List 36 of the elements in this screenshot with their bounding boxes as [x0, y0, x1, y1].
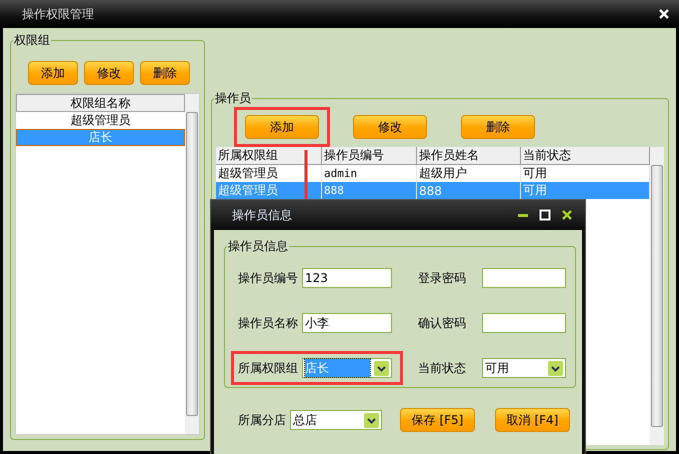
field-label: 所属权限组: [238, 360, 299, 376]
field-label: 登录密码: [418, 270, 467, 286]
input-field[interactable]: [482, 268, 566, 288]
column-header[interactable]: 所属权限组: [216, 147, 322, 164]
input-field[interactable]: 123: [302, 268, 392, 288]
toolbar-button[interactable]: 删除: [461, 115, 535, 139]
input-field[interactable]: 小李: [302, 313, 392, 333]
field-label: 当前状态: [418, 360, 467, 376]
column-header[interactable]: 操作员姓名: [416, 147, 520, 164]
column-header[interactable]: 操作员编号: [322, 147, 416, 164]
dialog-title: 操作员信息: [232, 206, 292, 224]
input-field[interactable]: [482, 313, 566, 333]
dropdown[interactable]: 可用: [482, 358, 566, 378]
list-item[interactable]: 超级管理员: [16, 112, 185, 129]
toolbar-button[interactable]: 添加: [28, 61, 78, 85]
group-title: 权限组: [13, 32, 51, 49]
dialog-button[interactable]: 保存 [F5]: [400, 408, 475, 432]
maximize-icon[interactable]: [539, 209, 551, 221]
scrollbar[interactable]: [185, 94, 199, 434]
toolbar-button[interactable]: 修改: [84, 61, 134, 85]
toolbar-button[interactable]: 修改: [353, 115, 427, 139]
field-label: 操作员编号: [238, 270, 299, 286]
group-title: 操作员信息: [227, 238, 289, 255]
field-label: 操作员名称: [238, 314, 299, 332]
column-header[interactable]: 当前状态: [520, 147, 650, 164]
group-title: 操作员: [214, 90, 252, 107]
toolbar-button[interactable]: 删除: [140, 61, 190, 85]
window-title: 操作权限管理: [22, 6, 94, 22]
dialog-button[interactable]: 取消 [F4]: [495, 408, 570, 432]
close-icon[interactable]: [561, 209, 573, 221]
toolbar-button[interactable]: 添加: [245, 115, 319, 139]
column-header[interactable]: 权限组名称: [16, 94, 185, 112]
scrollbar[interactable]: [650, 147, 664, 445]
field-label: 确认密码: [418, 314, 467, 332]
dropdown[interactable]: 总店: [290, 410, 382, 430]
field-label: 所属分店: [238, 412, 287, 428]
